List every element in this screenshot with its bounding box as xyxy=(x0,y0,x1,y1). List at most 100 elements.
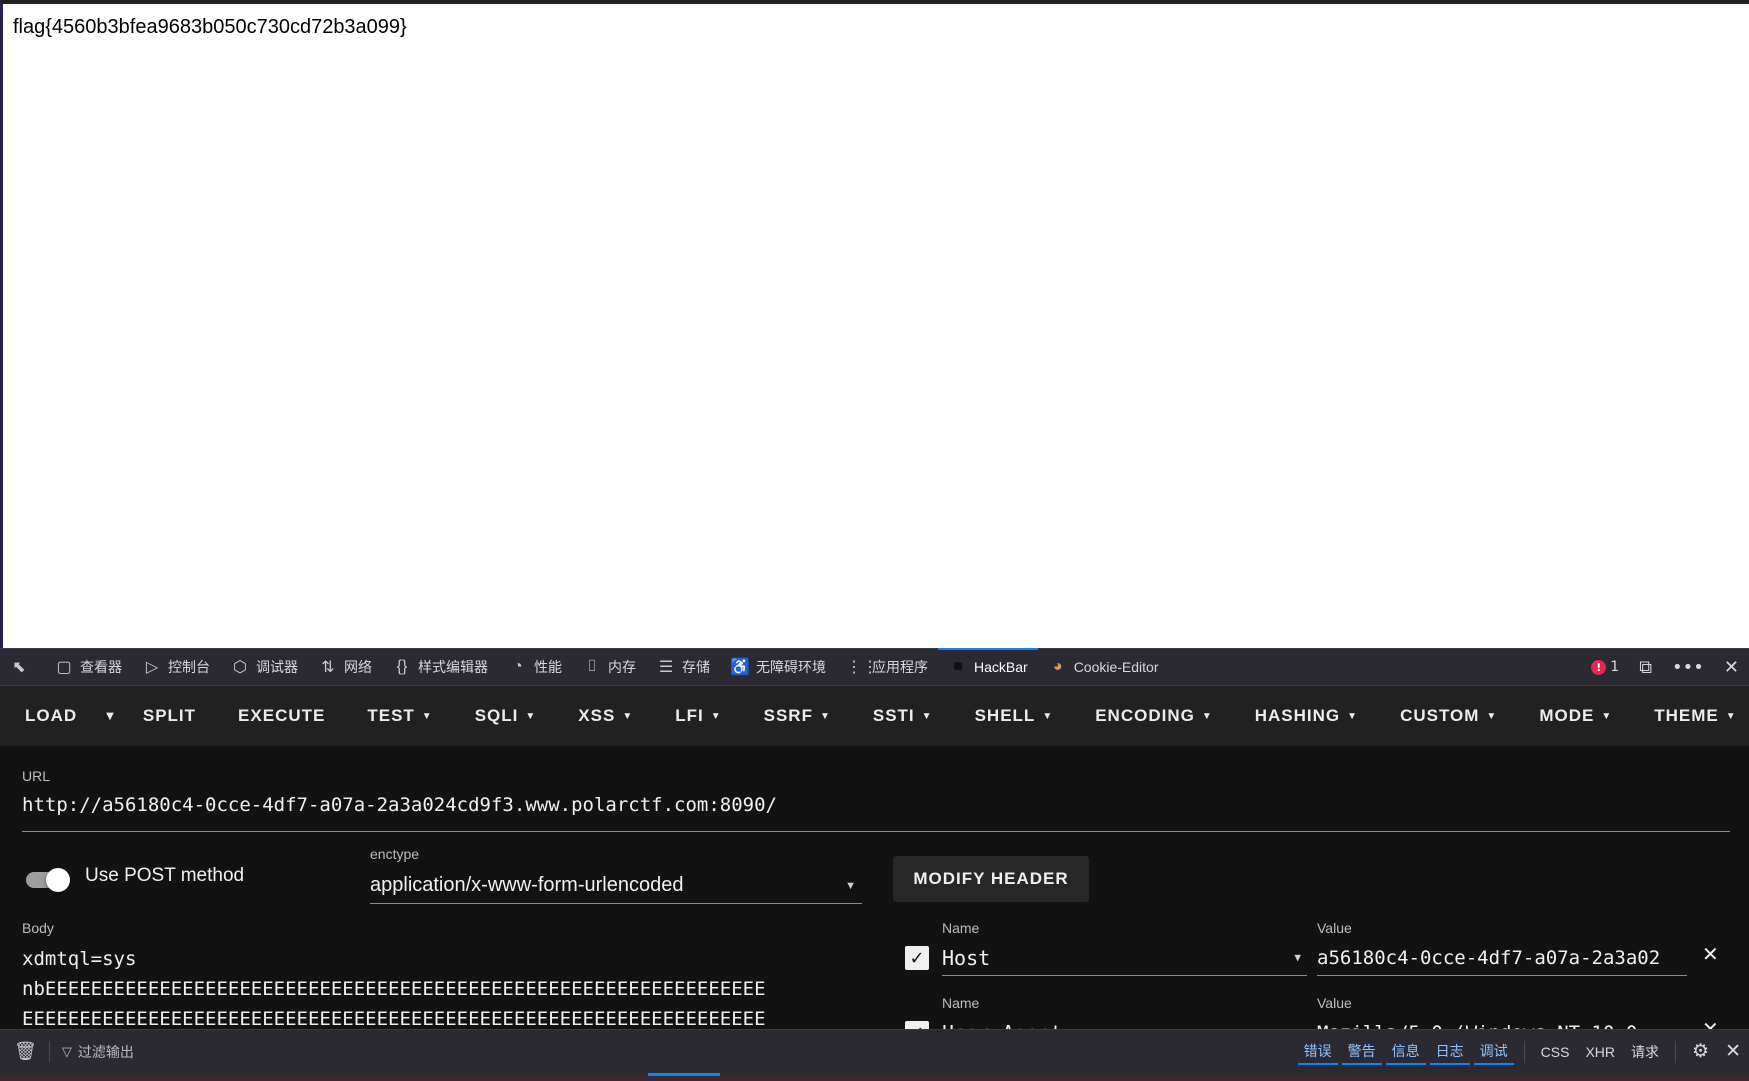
tab-style-editor[interactable]: {} 样式编辑器 xyxy=(382,649,498,685)
encoding-menu[interactable]: ENCODING ▼ xyxy=(1074,706,1234,726)
scroll-indicator xyxy=(648,1073,720,1076)
header-row: ✓ Name Host ▼ Value a56180c4-0cce-4df7-a… xyxy=(905,920,1725,990)
filter-css[interactable]: CSS xyxy=(1533,1044,1578,1060)
tab-performance[interactable]: ◔ 性能 xyxy=(498,649,572,685)
header-value-label: Value xyxy=(1317,995,1352,1011)
error-count-badge[interactable]: ! 1 xyxy=(1581,659,1629,675)
devtools-toolbar: ⬉ ▢ 查看器 ▷ 控制台 ⬡ 调试器 ⇅ 网络 {} 样式编辑器 ◔ 性能 ⌷ 内存 ☰ 存储… xyxy=(0,648,1749,686)
test-menu[interactable]: TEST ▼ xyxy=(346,706,453,726)
error-icon: ! xyxy=(1591,659,1607,675)
divider xyxy=(1675,1040,1677,1063)
bottom-strip xyxy=(0,1073,1749,1081)
trash-icon[interactable]: 🗑 xyxy=(0,1041,50,1062)
header-name-input[interactable]: Host ▼ xyxy=(942,940,1307,976)
hackbar-body: URL http://a56180c4-0cce-4df7-a07a-2a3a0… xyxy=(0,746,1749,1051)
tab-application[interactable]: ⋮⋮ 应用程序 xyxy=(836,649,938,685)
header-enabled-checkbox[interactable]: ✓ xyxy=(905,946,929,970)
ssrf-menu[interactable]: SSRF ▼ xyxy=(743,706,852,726)
split-button[interactable]: SPLIT xyxy=(122,706,217,726)
xss-menu[interactable]: XSS ▼ xyxy=(557,706,654,726)
chevron-down-icon: ▼ xyxy=(622,710,634,722)
close-devtools-icon[interactable]: ✕ xyxy=(1714,649,1749,685)
tab-network[interactable]: ⇅ 网络 xyxy=(308,649,382,685)
url-input[interactable]: http://a56180c4-0cce-4df7-a07a-2a3a024cd… xyxy=(22,794,1730,832)
more-options-icon[interactable]: ••• xyxy=(1662,649,1714,685)
chevron-down-icon: ▼ xyxy=(1347,710,1359,722)
shell-menu[interactable]: SHELL ▼ xyxy=(954,706,1075,726)
post-method-label: Use POST method xyxy=(85,865,245,886)
flag-text: flag{4560b3bfea9683b050c730cd72b3a099} xyxy=(13,16,407,38)
tab-memory[interactable]: ⌷ 内存 xyxy=(572,649,646,685)
enctype-select[interactable]: application/x-www-form-urlencoded ▼ xyxy=(370,868,862,904)
chevron-down-icon: ▼ xyxy=(525,710,537,722)
tab-inspector[interactable]: ▢ 查看器 xyxy=(44,649,132,685)
page-viewport: flag{4560b3bfea9683b050c730cd72b3a099} xyxy=(0,0,1749,648)
chevron-down-icon: ▼ xyxy=(921,710,933,722)
inspector-icon: ▢ xyxy=(56,659,72,676)
element-picker-icon[interactable]: ⬉ xyxy=(0,649,44,685)
hashing-menu[interactable]: HASHING ▼ xyxy=(1234,706,1379,726)
hackbar-icon: ■ xyxy=(953,658,963,675)
dock-side-icon[interactable]: ⧉ xyxy=(1629,649,1662,685)
chevron-down-icon: ▼ xyxy=(1725,710,1737,722)
execute-button[interactable]: EXECUTE xyxy=(217,706,346,726)
style-editor-icon: {} xyxy=(396,658,408,675)
gear-icon[interactable]: ⚙ xyxy=(1684,1040,1717,1063)
divider xyxy=(1523,1040,1525,1063)
body-label: Body xyxy=(22,920,54,936)
chevron-down-icon: ▼ xyxy=(1294,951,1301,964)
header-name-label: Name xyxy=(942,920,980,936)
tab-storage[interactable]: ☰ 存储 xyxy=(646,649,720,685)
chevron-down-icon: ▼ xyxy=(710,710,722,722)
header-value-label: Value xyxy=(1317,920,1352,936)
filter-output-input[interactable]: ▽ 过滤输出 xyxy=(50,1042,134,1062)
network-icon: ⇅ xyxy=(321,659,335,676)
enctype-label: enctype xyxy=(370,846,420,862)
tab-debugger[interactable]: ⬡ 调试器 xyxy=(220,649,308,685)
console-filters: 错误 警告 信息 日志 调试 CSS XHR 请求 ⚙ ✕ xyxy=(1296,1030,1749,1073)
chevron-down-icon: ▼ xyxy=(1201,710,1213,722)
devtools-right-controls: ! 1 ⧉ ••• ✕ xyxy=(1581,649,1749,685)
hackbar-menu: LOAD ▼ SPLIT EXECUTE TEST ▼ SQLI ▼ XSS ▼ LF… xyxy=(0,686,1749,746)
filter-info[interactable]: 信息 xyxy=(1385,1039,1426,1065)
performance-icon: ◔ xyxy=(513,658,523,675)
tab-console[interactable]: ▷ 控制台 xyxy=(132,649,220,685)
theme-menu[interactable]: THEME ▼ xyxy=(1633,706,1749,726)
accessibility-icon: ♿ xyxy=(730,659,750,676)
load-button[interactable]: LOAD xyxy=(4,706,98,726)
load-dropdown-icon[interactable]: ▼ xyxy=(98,711,122,722)
filter-debug[interactable]: 调试 xyxy=(1473,1039,1514,1065)
toggle-knob xyxy=(46,868,70,892)
application-icon: ⋮⋮ xyxy=(846,659,878,676)
chevron-down-icon: ▼ xyxy=(1601,710,1613,722)
chevron-down-icon: ▼ xyxy=(1042,710,1054,722)
modify-header-button[interactable]: MODIFY HEADER xyxy=(893,856,1089,902)
post-method-toggle[interactable] xyxy=(24,866,72,894)
close-icon[interactable]: ✕ xyxy=(1717,1040,1749,1063)
filter-warnings[interactable]: 警告 xyxy=(1341,1039,1382,1065)
filter-xhr[interactable]: XHR xyxy=(1577,1044,1623,1060)
remove-header-icon[interactable]: ✕ xyxy=(1702,942,1719,966)
chevron-down-icon: ▼ xyxy=(819,710,831,722)
mode-menu[interactable]: MODE ▼ xyxy=(1518,706,1633,726)
filter-errors[interactable]: 错误 xyxy=(1297,1039,1338,1065)
lfi-menu[interactable]: LFI ▼ xyxy=(654,706,742,726)
header-value-input[interactable]: a56180c4-0cce-4df7-a07a-2a3a02 xyxy=(1317,940,1687,976)
debugger-icon: ⬡ xyxy=(233,659,247,676)
cookie-icon: ◕ xyxy=(1052,658,1063,675)
filter-requests[interactable]: 请求 xyxy=(1623,1042,1667,1062)
ssti-menu[interactable]: SSTI ▼ xyxy=(852,706,954,726)
console-icon: ▷ xyxy=(145,659,159,676)
chevron-down-icon: ▼ xyxy=(1486,710,1498,722)
tab-cookie-editor[interactable]: ◕ Cookie-Editor xyxy=(1038,649,1169,685)
console-toolbar: 🗑 ▽ 过滤输出 错误 警告 信息 日志 调试 CSS XHR 请求 ⚙ ✕ xyxy=(0,1029,1749,1073)
custom-menu[interactable]: CUSTOM ▼ xyxy=(1379,706,1518,726)
body-textarea[interactable]: xdmtql=sys nbEEEEEEEEEEEEEEEEEEEEEEEEEEE… xyxy=(22,944,862,1029)
storage-icon: ☰ xyxy=(658,659,674,676)
tab-hackbar[interactable]: ■ HackBar xyxy=(938,648,1038,685)
sqli-menu[interactable]: SQLI ▼ xyxy=(454,706,558,726)
chevron-down-icon: ▼ xyxy=(845,879,856,892)
tab-accessibility[interactable]: ♿ 无障碍环境 xyxy=(720,649,836,685)
header-name-label: Name xyxy=(942,995,980,1011)
filter-logs[interactable]: 日志 xyxy=(1429,1039,1470,1065)
